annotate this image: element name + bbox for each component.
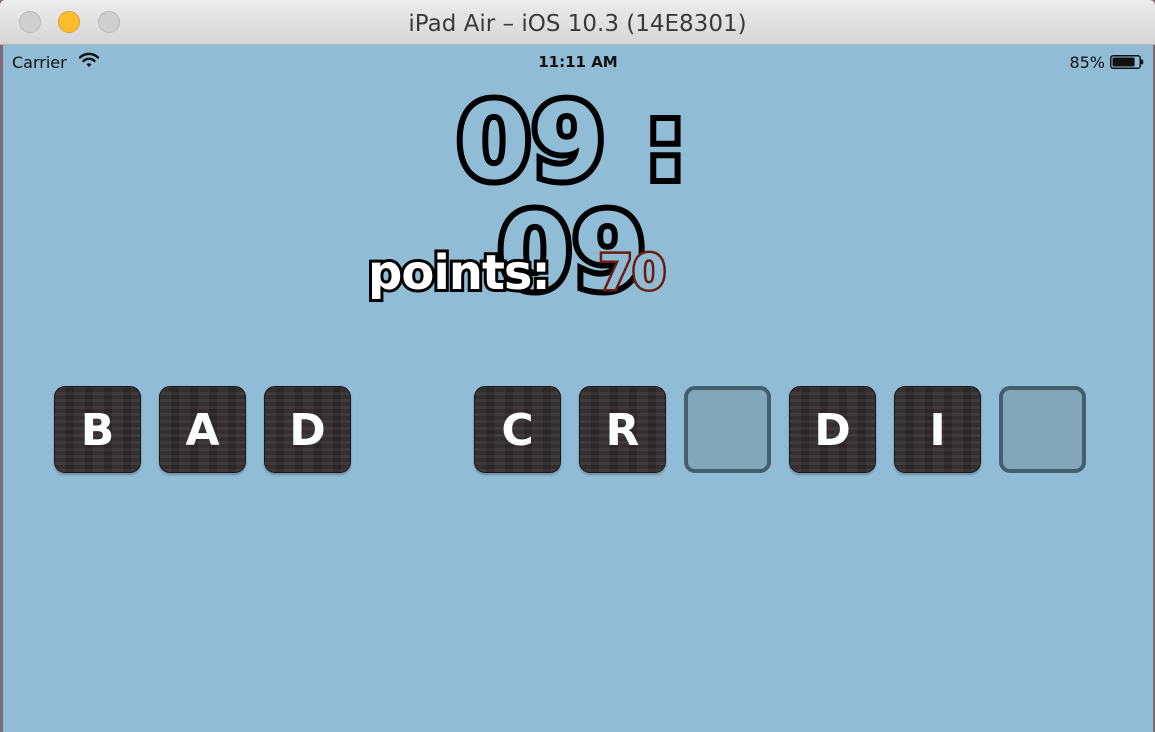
target-tile-i[interactable]: I (894, 386, 981, 473)
device-screen: Carrier 11:11 AM 85% 09 : 09 points: 70 … (3, 45, 1153, 732)
target-tile-c[interactable]: C (474, 386, 561, 473)
empty-target-slot[interactable] (684, 386, 771, 473)
target-tile-d[interactable]: D (789, 386, 876, 473)
source-tile-a[interactable]: A (159, 386, 246, 473)
target-tile-r[interactable]: R (579, 386, 666, 473)
points-label: points: (365, 242, 554, 304)
countdown-timer: 09 : 09 (452, 81, 693, 313)
battery-icon (1110, 55, 1144, 69)
tile-letter: C (501, 405, 534, 456)
simulator-window: iPad Air – iOS 10.3 (14E8301) Carrier 11… (0, 0, 1155, 732)
tile-letter: D (289, 405, 326, 456)
points-value: 70 (597, 243, 669, 304)
battery-percentage: 85% (1069, 53, 1105, 72)
window-titlebar: iPad Air – iOS 10.3 (14E8301) (0, 0, 1155, 45)
source-tile-d[interactable]: D (264, 386, 351, 473)
tile-letter: R (605, 405, 640, 456)
battery-fill (1112, 57, 1135, 67)
status-time: 11:11 AM (538, 53, 618, 71)
empty-target-slot[interactable] (999, 386, 1086, 473)
source-tile-b[interactable]: B (54, 386, 141, 473)
tile-letter: D (814, 405, 851, 456)
tile-letter: I (929, 405, 946, 456)
tile-letter: A (185, 405, 220, 456)
window-title: iPad Air – iOS 10.3 (14E8301) (408, 11, 747, 37)
tile-letter: B (80, 405, 115, 456)
status-bar: Carrier 11:11 AM 85% (3, 45, 1153, 79)
